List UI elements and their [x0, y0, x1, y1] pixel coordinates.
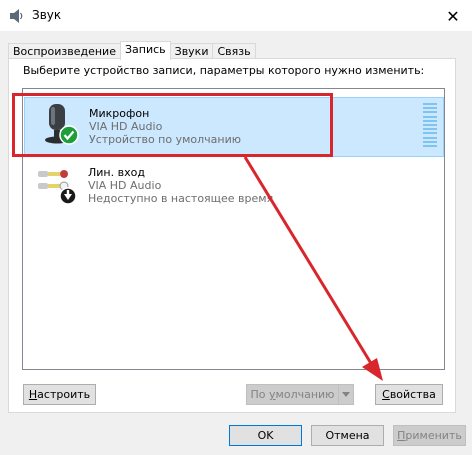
window-title: Звук — [32, 8, 62, 22]
apply-button[interactable]: Применить — [393, 425, 466, 446]
apply-label: рименить — [405, 429, 462, 442]
device-status: Недоступно в настоящее время — [88, 192, 274, 205]
properties-button[interactable]: Свойства — [375, 384, 443, 405]
device-item-line-in[interactable]: Лин. вход VIA HD Audio Недоступно в наст… — [24, 157, 444, 217]
device-status: Устройство по умолчанию — [89, 133, 242, 146]
configure-accelerator: Н — [28, 388, 38, 401]
properties-accelerator: С — [382, 388, 390, 401]
cancel-button[interactable]: Отмена — [311, 425, 384, 446]
properties-label: войства — [389, 388, 436, 401]
chevron-down-icon[interactable] — [338, 385, 353, 404]
level-meter — [423, 103, 437, 147]
microphone-icon — [45, 104, 79, 145]
device-item-microphone[interactable]: Микрофон VIA HD Audio Устройство по умол… — [24, 97, 444, 157]
close-button[interactable]: ✕ — [442, 5, 464, 27]
configure-label: астроить — [37, 388, 91, 401]
device-driver: VIA HD Audio — [89, 120, 163, 133]
close-icon: ✕ — [446, 6, 460, 26]
set-default-label: По умолчанию — [250, 388, 335, 401]
unavailable-arrow-icon — [59, 187, 77, 205]
device-name: Лин. вход — [88, 166, 145, 179]
speaker-icon — [10, 9, 23, 23]
set-default-button[interactable]: По умолчанию — [246, 384, 354, 405]
title-bar: Звук ✕ — [0, 0, 472, 31]
configure-button[interactable]: Настроить — [23, 384, 96, 405]
tab-bar: Воспроизведение Запись Звуки Связь — [8, 41, 256, 60]
tab-recording[interactable]: Запись — [119, 41, 171, 60]
line-in-icon — [38, 170, 77, 205]
device-name: Микрофон — [89, 107, 150, 120]
instruction-text: Выберите устройство записи, параметры ко… — [23, 64, 425, 77]
device-list[interactable]: Микрофон VIA HD Audio Устройство по умол… — [22, 88, 445, 370]
device-driver: VIA HD Audio — [88, 179, 162, 192]
ok-button[interactable]: OK — [229, 425, 302, 446]
default-checkmark-icon — [59, 125, 79, 145]
